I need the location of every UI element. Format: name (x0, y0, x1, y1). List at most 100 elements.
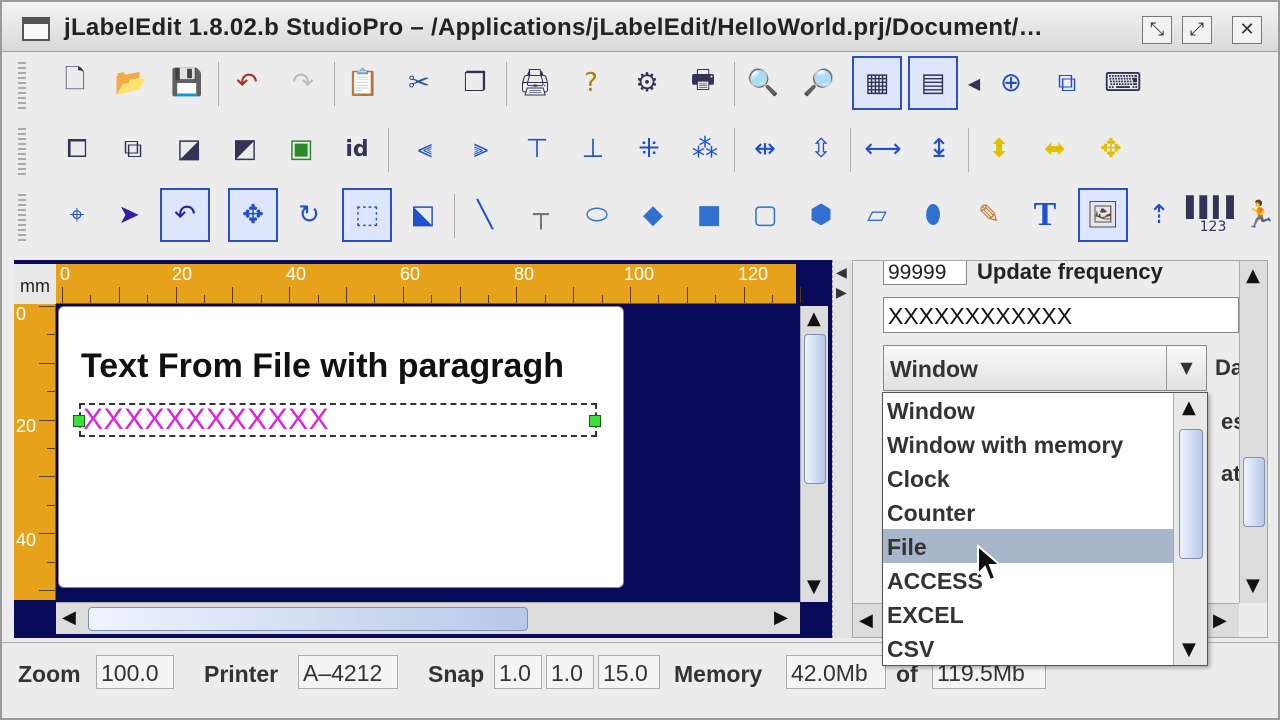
distribute-h-icon[interactable]: ⇹ (740, 122, 790, 176)
snap-angle-field[interactable]: 15.0 (598, 655, 660, 689)
close-icon[interactable]: ✕ (1232, 16, 1262, 44)
zoom-field[interactable]: 100.0 (96, 655, 174, 689)
line-icon[interactable]: ╲ (460, 188, 510, 242)
blob-icon[interactable]: ⬮ (908, 188, 958, 242)
source-type-dropdown-list[interactable]: Window Window with memory Clock Counter … (882, 392, 1208, 666)
resize-both-icon[interactable]: ✥ (1086, 122, 1136, 176)
snap-y-field[interactable]: 1.0 (546, 655, 594, 689)
id-field-icon[interactable]: id (332, 122, 382, 176)
page-layout-icon[interactable]: ▦ (852, 56, 902, 110)
chevron-down-icon[interactable]: ▼ (1166, 346, 1206, 390)
dropdown-item-counter[interactable]: Counter (883, 495, 1173, 529)
editor-vertical-scrollbar[interactable]: ▲ ▼ (800, 306, 828, 602)
printer-field[interactable]: A–4212 (298, 655, 398, 689)
expand-arrow-icon[interactable]: ◀ (960, 56, 988, 110)
dropdown-scrollbar[interactable]: ▲ ▼ (1173, 393, 1207, 665)
align-right-icon[interactable]: ⫸ (456, 122, 506, 176)
pointer-icon[interactable]: ➤ (104, 188, 154, 242)
collapse-left-icon[interactable]: ◀ (836, 264, 847, 281)
copy-icon[interactable]: ❐ (450, 56, 500, 110)
open-folder-icon[interactable]: 📂 (106, 56, 156, 110)
title-bar[interactable]: jLabelEdit 1.8.02.b StudioPro – /Applica… (2, 2, 1278, 52)
parallelogram-icon[interactable]: ▱ (852, 188, 902, 242)
bring-front-icon[interactable]: ⧠ (52, 122, 102, 176)
send-back-icon[interactable]: ⧉ (108, 122, 158, 176)
print-setup-icon[interactable]: 🖨 (510, 56, 560, 110)
scroll-up-icon[interactable]: ▲ (807, 308, 821, 329)
cut-icon[interactable]: ✂ (394, 56, 444, 110)
undo-icon[interactable]: ↶ (222, 56, 272, 110)
rounded-rect-icon[interactable]: ▢ (740, 188, 790, 242)
space-h-icon[interactable]: ⟷ (858, 122, 908, 176)
scroll-right-icon[interactable]: ▶ (1213, 610, 1227, 631)
scroll-left-icon[interactable]: ◀ (62, 607, 76, 628)
text-tool-icon[interactable]: T (1020, 188, 1070, 242)
layers-icon[interactable]: ⧉ (1042, 56, 1092, 110)
resize-width-icon[interactable]: ⬌ (1030, 122, 1080, 176)
dropdown-item-clock[interactable]: Clock (883, 461, 1173, 495)
scroll-thumb[interactable] (1243, 457, 1265, 527)
zoom-out-icon[interactable]: 🔎 (794, 56, 844, 110)
rectangle-icon[interactable]: ■ (684, 188, 734, 242)
image-tool-icon[interactable]: 🖼 (1078, 188, 1128, 242)
ellipse-icon[interactable]: ⬭ (572, 188, 622, 242)
dropdown-item-window[interactable]: Window (883, 393, 1173, 427)
paste-icon[interactable]: 📋 (338, 56, 388, 110)
running-man-icon[interactable]: 🏃 (1240, 188, 1280, 242)
center-horizontal-icon[interactable]: ⁜ (624, 122, 674, 176)
center-vertical-icon[interactable]: ⁂ (680, 122, 730, 176)
target-icon[interactable]: ⊕ (986, 56, 1036, 110)
scroll-up-icon[interactable]: ▲ (1182, 397, 1196, 418)
dropdown-item-csv[interactable]: CSV (883, 631, 1173, 665)
align-left-icon[interactable]: ⫷ (400, 122, 450, 176)
editor-horizontal-scrollbar[interactable]: ◀ ▶ (56, 602, 800, 634)
dropdown-item-excel[interactable]: EXCEL (883, 597, 1173, 631)
selection-handle-right[interactable] (589, 415, 601, 427)
scroll-right-icon[interactable]: ▶ (774, 607, 788, 628)
upload-icon[interactable]: ⇡ (1134, 188, 1184, 242)
source-type-combobox[interactable]: Window ▼ (883, 345, 1207, 391)
toolbar-grip[interactable] (18, 128, 26, 178)
scroll-down-icon[interactable]: ▼ (807, 576, 821, 597)
shadow-back-icon[interactable]: ◩ (220, 122, 270, 176)
barcode-icon[interactable]: ▌▌▍▌ 123 (1186, 188, 1242, 242)
undo-select-icon[interactable]: ↶ (160, 188, 210, 242)
keyboard-icon[interactable]: ⌨ (1098, 56, 1148, 110)
select-edit-icon[interactable]: ⬕ (398, 188, 448, 242)
space-v-icon[interactable]: ↨ (914, 122, 964, 176)
collapse-right-icon[interactable]: ▶ (836, 284, 847, 301)
properties-vertical-scrollbar[interactable]: ▲ ▼ (1239, 261, 1267, 603)
scroll-thumb[interactable] (804, 334, 826, 484)
diamond-icon[interactable]: ◆ (628, 188, 678, 242)
move-icon[interactable]: ✥ (228, 188, 278, 242)
scroll-thumb[interactable] (88, 607, 528, 631)
pencil-icon[interactable]: ✎ (964, 188, 1014, 242)
maximize-icon[interactable]: ⤢ (1182, 16, 1212, 44)
toolbar-grip[interactable] (18, 194, 26, 244)
dropdown-item-access[interactable]: ACCESS (883, 563, 1173, 597)
toolbar-grip[interactable] (18, 62, 26, 112)
label-layout-icon[interactable]: ▤ (908, 56, 958, 110)
distribute-v-icon[interactable]: ⇳ (796, 122, 846, 176)
field-icon[interactable]: ▣ (276, 122, 326, 176)
label-editor[interactable]: mm 0 20 40 60 80 100 120 0 20 40 Text Fr… (14, 260, 832, 638)
align-bottom-icon[interactable]: ⊥ (568, 122, 618, 176)
redo-icon[interactable]: ↷ (278, 56, 328, 110)
corner-line-icon[interactable]: ┬ (516, 188, 566, 242)
minimize-icon[interactable]: ⤡ (1142, 16, 1172, 44)
rotate-icon[interactable]: ↻ (284, 188, 334, 242)
label-canvas[interactable]: Text From File with paragragh XXXXXXXXXX… (58, 306, 624, 588)
polygon-icon[interactable]: ⬢ (796, 188, 846, 242)
selected-text-field[interactable]: XXXXXXXXXXXX (79, 403, 597, 437)
resize-height-icon[interactable]: ⬍ (974, 122, 1024, 176)
help-print-icon[interactable]: ? (566, 56, 616, 110)
scroll-down-icon[interactable]: ▼ (1182, 639, 1196, 660)
dropdown-item-window-memory[interactable]: Window with memory (883, 427, 1173, 461)
selection-handle-left[interactable] (73, 415, 85, 427)
update-frequency-field[interactable]: 99999 (883, 261, 967, 285)
new-document-icon[interactable]: 🗋 (50, 56, 100, 110)
split-divider[interactable]: ◀ ▶ (832, 260, 852, 638)
crop-icon[interactable]: ⬚ (342, 188, 392, 242)
save-icon[interactable]: 💾 (162, 56, 212, 110)
zoom-in-icon[interactable]: 🔍 (738, 56, 788, 110)
